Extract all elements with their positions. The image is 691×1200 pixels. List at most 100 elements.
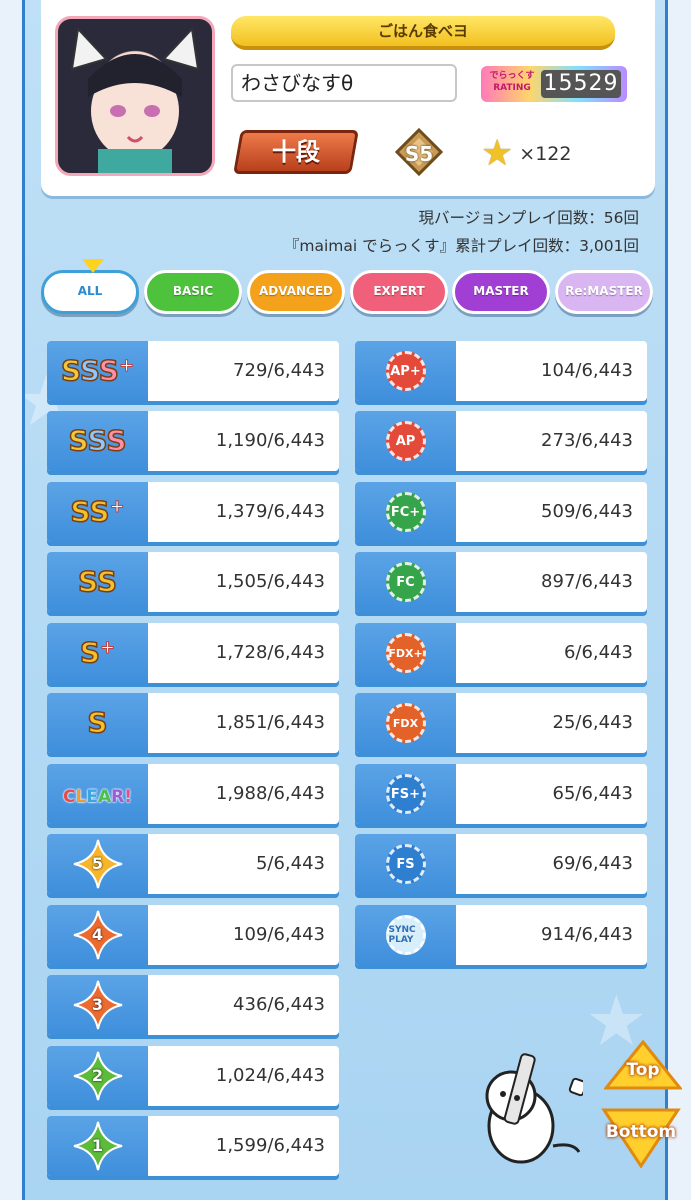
tab-advanced[interactable]: ADVANCED [247,270,345,314]
tab-remaster[interactable]: Re:MASTER [555,270,653,314]
ap-badge-icon: AP [355,411,456,471]
s-badge-icon: S [47,693,148,753]
stat-row: SYNC PLAY 914/6,443 [355,905,647,965]
stat-row: AP 273/6,443 [355,411,647,471]
ap-badge-icon: AP+ [355,341,456,401]
sync-play-badge-icon: SYNC PLAY [355,905,456,965]
sss-badge-icon: SSS [47,411,148,471]
tab-master[interactable]: MASTER [452,270,550,314]
stat-row: FDX 25/6,443 [355,693,647,753]
clear-badge-icon: CLEAR! [47,764,148,824]
stat-row: SSS 1,190/6,443 [47,411,339,471]
fdx-badge-icon: FDX+ [355,623,456,683]
rating-value: 15529 [541,70,621,98]
top-button[interactable]: Top [602,1039,684,1090]
4-badge-icon: 4 [47,905,148,965]
fc-badge-icon: FC [355,552,456,612]
stat-value: 1,190/6,443 [215,430,325,451]
3-badge-icon: 3 [47,975,148,1035]
tab-label: MASTER [473,284,529,298]
tab-basic[interactable]: BASIC [144,270,242,314]
season-badge: S5 [383,128,455,176]
stat-row: FS+ 65/6,443 [355,764,647,824]
fdx-badge-icon: FDX [355,693,456,753]
stat-row: SS 1,505/6,443 [47,552,339,612]
stat-row: S 1,851/6,443 [47,693,339,753]
stat-value: 897/6,443 [541,571,633,592]
stat-row: SSS+ 729/6,443 [47,341,339,401]
player-name: わさびなすθ [231,64,457,102]
tab-label: BASIC [172,284,214,298]
stat-value: 509/6,443 [541,501,633,522]
page-frame: ★ ★ ごはん食べヨ わさびなすθ でらっくす RATING 15529 [22,0,668,1200]
stat-row: FS 69/6,443 [355,834,647,894]
sss-badge-icon: SSS+ [47,341,148,401]
star-count-value: ×122 [519,143,572,165]
stat-row: S+ 1,728/6,443 [47,623,339,683]
stat-row: FDX+ 6/6,443 [355,623,647,683]
stat-value: 69/6,443 [552,853,634,874]
tab-label: ALL [77,284,103,298]
catgirl-avatar-icon [70,26,200,173]
star-count: ★ ×122 [481,134,571,174]
stat-value: 65/6,443 [552,783,634,804]
season-label: S5 [404,142,434,166]
ss-badge-icon: SS [47,552,148,612]
dan-plate: 十段 [233,130,359,174]
1-badge-icon: 1 [47,1116,148,1176]
play-counts: 現バージョンプレイ回数：56回 『maimai でらっくす』累計プレイ回数：3,… [284,204,639,260]
stat-row: FC 897/6,443 [355,552,647,612]
fc-badge-icon: FC+ [355,482,456,542]
stat-row: 4 109/6,443 [47,905,339,965]
stat-row: SS+ 1,379/6,443 [47,482,339,542]
mascot-icon [485,1053,583,1164]
bottom-button[interactable]: Bottom [598,1108,684,1169]
stat-row: 1 1,599/6,443 [47,1116,339,1176]
s-badge-icon: S+ [47,623,148,683]
selected-arrow-icon [82,259,104,273]
avatar[interactable] [55,16,215,176]
tab-expert[interactable]: EXPERT [350,270,448,314]
stat-value: 109/6,443 [233,924,325,945]
stat-row: FC+ 509/6,443 [355,482,647,542]
top-label: Top [626,1060,660,1080]
2-badge-icon: 2 [47,1046,148,1106]
stat-value: 1,505/6,443 [215,571,325,592]
total-play-count: 『maimai でらっくす』累計プレイ回数：3,001回 [283,237,639,255]
stat-value: 104/6,443 [541,360,633,381]
dan-label: 十段 [272,138,320,166]
stat-value: 6/6,443 [563,642,633,663]
stat-value: 914/6,443 [541,924,633,945]
bottom-label: Bottom [605,1122,677,1142]
stat-row: 2 1,024/6,443 [47,1046,339,1106]
stat-value: 729/6,443 [233,360,325,381]
title-plate: ごはん食べヨ [231,16,615,50]
profile-card: ごはん食べヨ わさびなすθ でらっくす RATING 15529 十段 S5 ★… [41,0,655,196]
tab-label: ADVANCED [258,284,333,298]
stat-value: 25/6,443 [552,712,634,733]
rating-label-bottom: RATING [493,83,531,93]
stat-row: CLEAR! 1,988/6,443 [47,764,339,824]
stat-value: 436/6,443 [233,994,325,1015]
tab-label: Re:MASTER [565,284,643,298]
tab-label: EXPERT [373,284,425,298]
stat-value: 273/6,443 [541,430,633,451]
rating-badge: でらっくす RATING 15529 [481,66,627,102]
rating-label: でらっくす RATING [485,70,539,98]
stat-row: 5 5/6,443 [47,834,339,894]
stat-value: 1,379/6,443 [215,501,325,522]
stat-value: 1,599/6,443 [215,1135,325,1156]
rating-label-top: でらっくす [489,71,535,81]
stat-value: 1,024/6,443 [215,1065,325,1086]
stat-value: 1,988/6,443 [215,783,325,804]
ss-badge-icon: SS+ [47,482,148,542]
current-version-count: 現バージョンプレイ回数：56回 [418,209,639,227]
fs-badge-icon: FS [355,834,456,894]
stat-value: 1,728/6,443 [215,642,325,663]
tab-all[interactable]: ALL [41,259,139,314]
stat-value: 5/6,443 [255,853,325,874]
difficulty-tabs: ALL BASIC ADVANCED EXPERT MASTER Re:MASTER [41,259,655,318]
star-icon: ★ [481,133,514,174]
5-badge-icon: 5 [47,834,148,894]
stat-value: 1,851/6,443 [215,712,325,733]
